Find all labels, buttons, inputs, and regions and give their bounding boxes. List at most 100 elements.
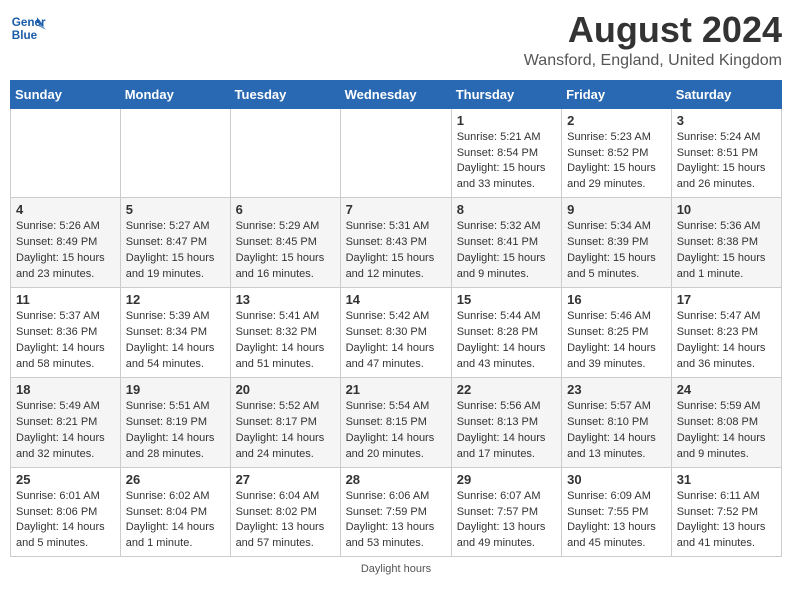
calendar-cell: 21 Sunrise: 5:54 AMSunset: 8:15 PMDayligh… [340,377,451,467]
day-number: 14 [346,292,446,307]
calendar-cell: 20 Sunrise: 5:52 AMSunset: 8:17 PMDayligh… [230,377,340,467]
calendar-header-row: SundayMondayTuesdayWednesdayThursdayFrid… [11,80,782,108]
day-number: 28 [346,472,446,487]
day-number: 30 [567,472,666,487]
day-number: 29 [457,472,556,487]
calendar-cell: 31 Sunrise: 6:11 AMSunset: 7:52 PMDayligh… [671,467,781,557]
svg-text:Blue: Blue [12,29,38,42]
calendar-cell: 14Sunrise: 5:42 AMSunset: 8:30 PMDayligh… [340,288,451,378]
calendar-cell: 4 Sunrise: 5:26 AMSunset: 8:49 PMDaylight… [11,198,121,288]
day-number: 18 [16,382,115,397]
day-info: Sunrise: 6:06 AMSunset: 7:59 PMDaylight:… [346,489,446,553]
day-info: Sunrise: 5:26 AMSunset: 8:49 PMDaylight:… [16,219,115,283]
calendar-cell: 3 Sunrise: 5:24 AMSunset: 8:51 PMDaylight… [671,108,781,198]
day-info: Sunrise: 6:11 AMSunset: 7:52 PMDaylight:… [677,489,776,553]
day-number: 5 [126,202,225,217]
calendar-cell: 12Sunrise: 5:39 AMSunset: 8:34 PMDayligh… [120,288,230,378]
day-info: Sunrise: 5:52 AMSunset: 8:17 PMDaylight:… [236,399,335,463]
day-number: 3 [677,113,776,128]
day-info: Sunrise: 5:44 AMSunset: 8:28 PMDaylight:… [457,309,556,373]
daylight-label: Daylight hours [361,563,431,575]
day-info: Sunrise: 5:39 AMSunset: 8:34 PMDaylight:… [126,309,225,373]
calendar-cell: 28 Sunrise: 6:06 AMSunset: 7:59 PMDayligh… [340,467,451,557]
calendar-cell: 15 Sunrise: 5:44 AMSunset: 8:28 PMDayligh… [451,288,561,378]
calendar-cell: 11Sunrise: 5:37 AMSunset: 8:36 PMDayligh… [11,288,121,378]
day-number: 15 [457,292,556,307]
calendar-cell: 19Sunrise: 5:51 AMSunset: 8:19 PMDayligh… [120,377,230,467]
day-info: Sunrise: 5:54 AMSunset: 8:15 PMDaylight:… [346,399,446,463]
page-header: General Blue August 2024 Wansford, Engla… [10,10,782,70]
day-info: Sunrise: 6:07 AMSunset: 7:57 PMDaylight:… [457,489,556,553]
day-info: Sunrise: 5:59 AMSunset: 8:08 PMDaylight:… [677,399,776,463]
calendar-week-row: 4 Sunrise: 5:26 AMSunset: 8:49 PMDaylight… [11,198,782,288]
calendar-week-row: 1 Sunrise: 5:21 AMSunset: 8:54 PMDaylight… [11,108,782,198]
day-info: Sunrise: 5:46 AMSunset: 8:25 PMDaylight:… [567,309,666,373]
calendar-cell: 8 Sunrise: 5:32 AMSunset: 8:41 PMDaylight… [451,198,561,288]
column-header-monday: Monday [120,80,230,108]
calendar-week-row: 18 Sunrise: 5:49 AMSunset: 8:21 PMDayligh… [11,377,782,467]
calendar-table: SundayMondayTuesdayWednesdayThursdayFrid… [10,80,782,558]
day-number: 7 [346,202,446,217]
calendar-cell: 5Sunrise: 5:27 AMSunset: 8:47 PMDaylight… [120,198,230,288]
logo-icon: General Blue [10,10,46,46]
day-number: 6 [236,202,335,217]
day-number: 25 [16,472,115,487]
day-info: Sunrise: 5:24 AMSunset: 8:51 PMDaylight:… [677,130,776,194]
calendar-week-row: 11Sunrise: 5:37 AMSunset: 8:36 PMDayligh… [11,288,782,378]
day-number: 23 [567,382,666,397]
day-info: Sunrise: 6:04 AMSunset: 8:02 PMDaylight:… [236,489,335,553]
calendar-cell: 16Sunrise: 5:46 AMSunset: 8:25 PMDayligh… [562,288,672,378]
day-info: Sunrise: 5:31 AMSunset: 8:43 PMDaylight:… [346,219,446,283]
column-header-thursday: Thursday [451,80,561,108]
day-info: Sunrise: 6:01 AMSunset: 8:06 PMDaylight:… [16,489,115,553]
day-number: 21 [346,382,446,397]
day-number: 10 [677,202,776,217]
title-block: August 2024 Wansford, England, United Ki… [524,10,782,70]
day-number: 24 [677,382,776,397]
day-number: 8 [457,202,556,217]
day-number: 1 [457,113,556,128]
day-info: Sunrise: 5:21 AMSunset: 8:54 PMDaylight:… [457,130,556,194]
day-number: 2 [567,113,666,128]
calendar-cell: 29 Sunrise: 6:07 AMSunset: 7:57 PMDayligh… [451,467,561,557]
day-number: 13 [236,292,335,307]
calendar-cell: 25 Sunrise: 6:01 AMSunset: 8:06 PMDayligh… [11,467,121,557]
month-year-title: August 2024 [524,10,782,50]
day-number: 20 [236,382,335,397]
day-info: Sunrise: 5:56 AMSunset: 8:13 PMDaylight:… [457,399,556,463]
calendar-cell [120,108,230,198]
day-info: Sunrise: 5:34 AMSunset: 8:39 PMDaylight:… [567,219,666,283]
calendar-cell [11,108,121,198]
day-number: 4 [16,202,115,217]
location-subtitle: Wansford, England, United Kingdom [524,52,782,70]
day-number: 17 [677,292,776,307]
day-info: Sunrise: 5:57 AMSunset: 8:10 PMDaylight:… [567,399,666,463]
column-header-sunday: Sunday [11,80,121,108]
day-info: Sunrise: 5:29 AMSunset: 8:45 PMDaylight:… [236,219,335,283]
day-info: Sunrise: 6:02 AMSunset: 8:04 PMDaylight:… [126,489,225,553]
calendar-cell [340,108,451,198]
day-number: 22 [457,382,556,397]
day-info: Sunrise: 5:32 AMSunset: 8:41 PMDaylight:… [457,219,556,283]
day-info: Sunrise: 5:49 AMSunset: 8:21 PMDaylight:… [16,399,115,463]
calendar-week-row: 25 Sunrise: 6:01 AMSunset: 8:06 PMDayligh… [11,467,782,557]
column-header-tuesday: Tuesday [230,80,340,108]
day-info: Sunrise: 5:36 AMSunset: 8:38 PMDaylight:… [677,219,776,283]
day-number: 26 [126,472,225,487]
calendar-cell: 18 Sunrise: 5:49 AMSunset: 8:21 PMDayligh… [11,377,121,467]
calendar-cell: 6 Sunrise: 5:29 AMSunset: 8:45 PMDaylight… [230,198,340,288]
day-info: Sunrise: 5:47 AMSunset: 8:23 PMDaylight:… [677,309,776,373]
day-info: Sunrise: 6:09 AMSunset: 7:55 PMDaylight:… [567,489,666,553]
calendar-cell: 30 Sunrise: 6:09 AMSunset: 7:55 PMDayligh… [562,467,672,557]
day-info: Sunrise: 5:41 AMSunset: 8:32 PMDaylight:… [236,309,335,373]
column-header-wednesday: Wednesday [340,80,451,108]
calendar-cell: 9Sunrise: 5:34 AMSunset: 8:39 PMDaylight… [562,198,672,288]
calendar-cell [230,108,340,198]
calendar-cell: 27Sunrise: 6:04 AMSunset: 8:02 PMDayligh… [230,467,340,557]
calendar-cell: 1 Sunrise: 5:21 AMSunset: 8:54 PMDaylight… [451,108,561,198]
footer: Daylight hours [10,563,782,575]
day-info: Sunrise: 5:37 AMSunset: 8:36 PMDaylight:… [16,309,115,373]
calendar-cell: 17 Sunrise: 5:47 AMSunset: 8:23 PMDayligh… [671,288,781,378]
day-info: Sunrise: 5:51 AMSunset: 8:19 PMDaylight:… [126,399,225,463]
day-number: 31 [677,472,776,487]
